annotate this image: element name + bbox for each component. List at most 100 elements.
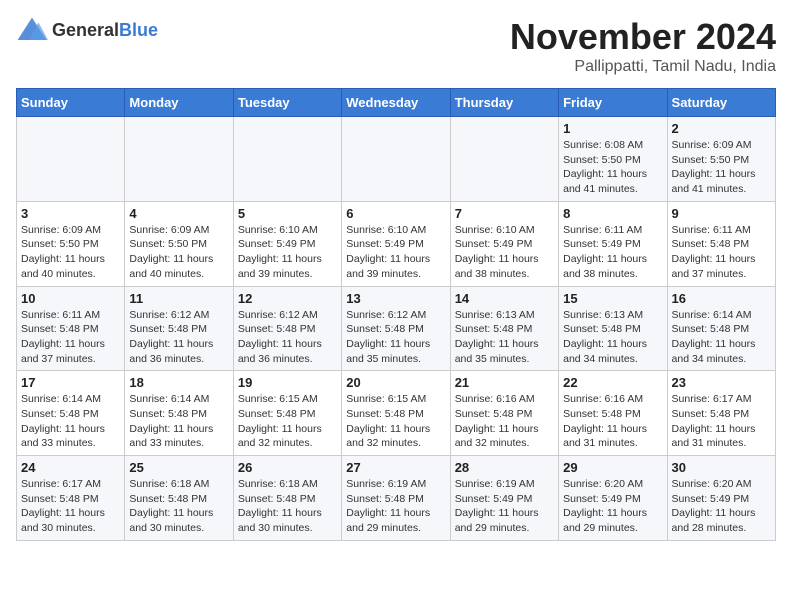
calendar-cell <box>17 117 125 202</box>
weekday-header-monday: Monday <box>125 89 233 117</box>
logo-icon <box>16 16 48 44</box>
day-info: Sunrise: 6:14 AMSunset: 5:48 PMDaylight:… <box>129 392 228 451</box>
calendar-cell <box>450 117 558 202</box>
day-number: 13 <box>346 291 445 306</box>
weekday-header-friday: Friday <box>559 89 667 117</box>
day-info: Sunrise: 6:16 AMSunset: 5:48 PMDaylight:… <box>455 392 554 451</box>
day-info: Sunrise: 6:10 AMSunset: 5:49 PMDaylight:… <box>238 223 337 282</box>
weekday-header-wednesday: Wednesday <box>342 89 450 117</box>
logo-general: General <box>52 20 119 40</box>
calendar-cell: 11 Sunrise: 6:12 AMSunset: 5:48 PMDayligh… <box>125 286 233 371</box>
day-info: Sunrise: 6:15 AMSunset: 5:48 PMDaylight:… <box>238 392 337 451</box>
day-info: Sunrise: 6:11 AMSunset: 5:48 PMDaylight:… <box>672 223 771 282</box>
day-number: 12 <box>238 291 337 306</box>
calendar-cell: 13 Sunrise: 6:12 AMSunset: 5:48 PMDayligh… <box>342 286 450 371</box>
calendar-cell: 4Sunrise: 6:09 AMSunset: 5:50 PMDaylight… <box>125 201 233 286</box>
subtitle: Pallippatti, Tamil Nadu, India <box>510 58 776 76</box>
calendar-cell: 29Sunrise: 6:20 AMSunset: 5:49 PMDayligh… <box>559 456 667 541</box>
calendar-cell: 18 Sunrise: 6:14 AMSunset: 5:48 PMDayligh… <box>125 371 233 456</box>
calendar-cell: 6 Sunrise: 6:10 AMSunset: 5:49 PMDaylight… <box>342 201 450 286</box>
calendar-table: SundayMondayTuesdayWednesdayThursdayFrid… <box>16 88 776 541</box>
logo: GeneralBlue <box>16 16 158 44</box>
day-info: Sunrise: 6:14 AMSunset: 5:48 PMDaylight:… <box>21 392 120 451</box>
day-number: 10 <box>21 291 120 306</box>
day-info: Sunrise: 6:19 AMSunset: 5:48 PMDaylight:… <box>346 477 445 536</box>
calendar-week-row: 3 Sunrise: 6:09 AMSunset: 5:50 PMDaylight… <box>17 201 776 286</box>
day-info: Sunrise: 6:12 AMSunset: 5:48 PMDaylight:… <box>129 308 228 367</box>
weekday-header-saturday: Saturday <box>667 89 775 117</box>
calendar-cell: 1 Sunrise: 6:08 AMSunset: 5:50 PMDaylight… <box>559 117 667 202</box>
day-number: 6 <box>346 206 445 221</box>
day-number: 28 <box>455 460 554 475</box>
day-info: Sunrise: 6:11 AMSunset: 5:49 PMDaylight:… <box>563 223 662 282</box>
day-number: 18 <box>129 375 228 390</box>
calendar-body: 1 Sunrise: 6:08 AMSunset: 5:50 PMDaylight… <box>17 117 776 541</box>
day-info: Sunrise: 6:16 AMSunset: 5:48 PMDaylight:… <box>563 392 662 451</box>
day-info: Sunrise: 6:10 AMSunset: 5:49 PMDaylight:… <box>346 223 445 282</box>
calendar-week-row: 1 Sunrise: 6:08 AMSunset: 5:50 PMDaylight… <box>17 117 776 202</box>
calendar-cell: 24Sunrise: 6:17 AMSunset: 5:48 PMDayligh… <box>17 456 125 541</box>
day-number: 5 <box>238 206 337 221</box>
page-header: GeneralBlue November 2024 Pallippatti, T… <box>16 16 776 76</box>
calendar-cell: 17 Sunrise: 6:14 AMSunset: 5:48 PMDayligh… <box>17 371 125 456</box>
day-number: 23 <box>672 375 771 390</box>
day-info: Sunrise: 6:12 AMSunset: 5:48 PMDaylight:… <box>346 308 445 367</box>
day-number: 21 <box>455 375 554 390</box>
weekday-header-sunday: Sunday <box>17 89 125 117</box>
calendar-cell: 21 Sunrise: 6:16 AMSunset: 5:48 PMDayligh… <box>450 371 558 456</box>
day-number: 1 <box>563 121 662 136</box>
day-number: 19 <box>238 375 337 390</box>
calendar-cell: 22 Sunrise: 6:16 AMSunset: 5:48 PMDayligh… <box>559 371 667 456</box>
day-info: Sunrise: 6:11 AMSunset: 5:48 PMDaylight:… <box>21 308 120 367</box>
calendar-cell: 27 Sunrise: 6:19 AMSunset: 5:48 PMDayligh… <box>342 456 450 541</box>
day-info: Sunrise: 6:13 AMSunset: 5:48 PMDaylight:… <box>455 308 554 367</box>
calendar-cell: 28 Sunrise: 6:19 AMSunset: 5:49 PMDayligh… <box>450 456 558 541</box>
calendar-cell: 14Sunrise: 6:13 AMSunset: 5:48 PMDayligh… <box>450 286 558 371</box>
calendar-cell: 8 Sunrise: 6:11 AMSunset: 5:49 PMDaylight… <box>559 201 667 286</box>
day-info: Sunrise: 6:14 AMSunset: 5:48 PMDaylight:… <box>672 308 771 367</box>
calendar-cell <box>342 117 450 202</box>
weekday-header-thursday: Thursday <box>450 89 558 117</box>
main-title: November 2024 <box>510 16 776 58</box>
logo-blue: Blue <box>119 20 158 40</box>
day-info: Sunrise: 6:15 AMSunset: 5:48 PMDaylight:… <box>346 392 445 451</box>
day-info: Sunrise: 6:18 AMSunset: 5:48 PMDaylight:… <box>238 477 337 536</box>
day-info: Sunrise: 6:09 AMSunset: 5:50 PMDaylight:… <box>672 138 771 197</box>
calendar-cell: 30Sunrise: 6:20 AMSunset: 5:49 PMDayligh… <box>667 456 775 541</box>
calendar-cell: 23 Sunrise: 6:17 AMSunset: 5:48 PMDayligh… <box>667 371 775 456</box>
day-number: 16 <box>672 291 771 306</box>
day-info: Sunrise: 6:17 AMSunset: 5:48 PMDaylight:… <box>21 477 120 536</box>
day-number: 27 <box>346 460 445 475</box>
calendar-cell: 25Sunrise: 6:18 AMSunset: 5:48 PMDayligh… <box>125 456 233 541</box>
day-info: Sunrise: 6:09 AMSunset: 5:50 PMDaylight:… <box>21 223 120 282</box>
day-number: 26 <box>238 460 337 475</box>
day-number: 17 <box>21 375 120 390</box>
calendar-cell: 9 Sunrise: 6:11 AMSunset: 5:48 PMDaylight… <box>667 201 775 286</box>
calendar-cell <box>233 117 341 202</box>
day-info: Sunrise: 6:20 AMSunset: 5:49 PMDaylight:… <box>672 477 771 536</box>
calendar-cell <box>125 117 233 202</box>
weekday-header-row: SundayMondayTuesdayWednesdayThursdayFrid… <box>17 89 776 117</box>
day-number: 9 <box>672 206 771 221</box>
day-number: 22 <box>563 375 662 390</box>
calendar-header: SundayMondayTuesdayWednesdayThursdayFrid… <box>17 89 776 117</box>
day-number: 3 <box>21 206 120 221</box>
day-info: Sunrise: 6:08 AMSunset: 5:50 PMDaylight:… <box>563 138 662 197</box>
day-number: 8 <box>563 206 662 221</box>
calendar-week-row: 24Sunrise: 6:17 AMSunset: 5:48 PMDayligh… <box>17 456 776 541</box>
calendar-cell: 20Sunrise: 6:15 AMSunset: 5:48 PMDayligh… <box>342 371 450 456</box>
day-info: Sunrise: 6:20 AMSunset: 5:49 PMDaylight:… <box>563 477 662 536</box>
calendar-cell: 5 Sunrise: 6:10 AMSunset: 5:49 PMDaylight… <box>233 201 341 286</box>
day-info: Sunrise: 6:19 AMSunset: 5:49 PMDaylight:… <box>455 477 554 536</box>
calendar-cell: 12 Sunrise: 6:12 AMSunset: 5:48 PMDayligh… <box>233 286 341 371</box>
calendar-week-row: 17 Sunrise: 6:14 AMSunset: 5:48 PMDayligh… <box>17 371 776 456</box>
calendar-week-row: 10 Sunrise: 6:11 AMSunset: 5:48 PMDayligh… <box>17 286 776 371</box>
title-area: November 2024 Pallippatti, Tamil Nadu, I… <box>510 16 776 76</box>
day-number: 11 <box>129 291 228 306</box>
day-info: Sunrise: 6:17 AMSunset: 5:48 PMDaylight:… <box>672 392 771 451</box>
day-info: Sunrise: 6:12 AMSunset: 5:48 PMDaylight:… <box>238 308 337 367</box>
day-number: 25 <box>129 460 228 475</box>
calendar-cell: 3 Sunrise: 6:09 AMSunset: 5:50 PMDaylight… <box>17 201 125 286</box>
day-number: 2 <box>672 121 771 136</box>
day-number: 15 <box>563 291 662 306</box>
